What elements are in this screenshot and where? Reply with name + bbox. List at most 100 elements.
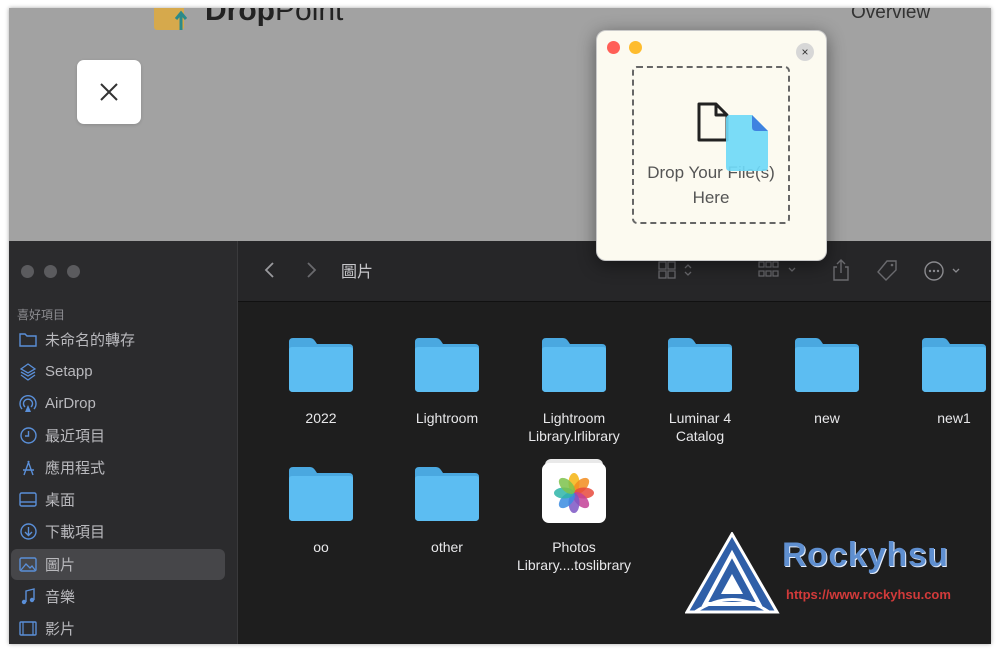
favorites-heading: 喜好項目 — [17, 308, 66, 322]
folder-icon — [289, 338, 353, 392]
folder-item[interactable]: Lightroom — [384, 324, 510, 427]
tag-icon — [877, 260, 897, 281]
group-icon — [758, 261, 796, 277]
folder-item[interactable]: new — [764, 324, 890, 427]
folder-item[interactable]: oo — [258, 453, 384, 556]
folder-icon — [668, 338, 732, 392]
sidebar-item-pictures[interactable]: 圖片 — [11, 549, 225, 580]
window-minimize-button[interactable] — [44, 265, 57, 278]
sidebar-item-desktop[interactable]: 桌面 — [11, 484, 225, 515]
view-mode-button[interactable] — [658, 261, 696, 279]
item-name: Lightroom — [415, 410, 479, 426]
title-bold-part: Drop — [205, 8, 275, 27]
setapp-icon — [18, 362, 38, 382]
item-name-line: Library....toslibrary — [516, 557, 632, 573]
photos-library-icon — [542, 459, 606, 523]
film-icon — [18, 619, 38, 639]
item-name: Lightroom Library.lrlibrary — [511, 409, 637, 445]
item-name: Photos Library....toslibrary — [511, 538, 637, 574]
droppoint-webpage: DropPoint Overview — [9, 8, 991, 241]
drop-text-line: Here — [692, 188, 730, 207]
close-icon — [100, 83, 118, 101]
item-name-line: Catalog — [675, 428, 725, 444]
share-icon — [833, 259, 849, 281]
dragged-file-icon — [726, 115, 768, 171]
sidebar-item-label: Setapp — [45, 363, 93, 380]
folder-icon — [289, 467, 353, 521]
folder-icon — [795, 338, 859, 392]
sidebar-item-downloads[interactable]: 下載項目 — [11, 516, 225, 547]
droppoint-logo-icon — [154, 8, 188, 30]
item-name: new — [814, 410, 840, 426]
watermark-url: https://www.rockyhsu.com — [786, 587, 951, 602]
popup-close-dot[interactable] — [607, 41, 620, 54]
watermark-brand: Rockyhsu — [782, 536, 949, 574]
photo-icon — [18, 555, 38, 575]
sidebar-item-airdrop[interactable]: AirDrop — [11, 388, 225, 419]
item-name-line: Photos — [552, 539, 596, 555]
sidebar-item-label: 音樂 — [45, 589, 76, 606]
droppoint-popup: × Drop Your File(s) Here — [596, 30, 827, 261]
sidebar-item-applications[interactable]: 應用程式 — [11, 452, 225, 483]
sidebar-item-label: 影片 — [45, 621, 76, 638]
sidebar-item-label: 下載項目 — [45, 524, 106, 541]
folder-icon — [415, 338, 479, 392]
sidebar-item-unnamed-dump[interactable]: 未命名的轉存 — [11, 324, 225, 355]
chevron-right-icon — [307, 262, 317, 278]
droppoint-title: DropPoint — [205, 8, 343, 28]
share-button[interactable] — [832, 259, 850, 281]
item-name-line: Lightroom — [542, 410, 606, 426]
forward-button[interactable] — [306, 261, 318, 279]
drop-zone[interactable]: Drop Your File(s) Here — [632, 66, 790, 224]
popup-minimize-dot[interactable] — [629, 41, 642, 54]
rockyhsu-watermark: Rockyhsu https://www.rockyhsu.com — [685, 532, 955, 624]
item-name: other — [431, 539, 463, 555]
chevron-left-icon — [264, 262, 274, 278]
sidebar-item-recents[interactable]: 最近項目 — [11, 420, 225, 451]
finder-sidebar: 喜好項目 未命名的轉存 Setapp AirDrop 最近項目 應用程式 桌面 … — [9, 241, 238, 644]
folder-item[interactable]: other — [384, 453, 510, 556]
back-button[interactable] — [263, 261, 275, 279]
sidebar-item-label: 圖片 — [45, 557, 76, 574]
photos-library-item[interactable]: Photos Library....toslibrary — [511, 453, 637, 574]
group-button[interactable] — [758, 261, 800, 279]
folder-item[interactable]: new1 — [891, 324, 991, 427]
sidebar-item-label: 最近項目 — [45, 428, 106, 445]
folder-icon — [18, 330, 38, 350]
airdrop-icon — [18, 394, 38, 414]
title-rest-part: Point — [275, 8, 344, 27]
item-name: Luminar 4 Catalog — [637, 409, 763, 445]
folder-icon — [542, 338, 606, 392]
more-actions-button[interactable] — [924, 261, 964, 281]
clock-icon — [18, 426, 38, 446]
item-name-line: Luminar 4 — [668, 410, 732, 426]
sidebar-item-setapp[interactable]: Setapp — [11, 356, 225, 387]
item-name: new1 — [937, 410, 971, 426]
folder-title: 圖片 — [341, 264, 374, 281]
item-name-line: Library.lrlibrary — [528, 428, 620, 444]
sidebar-item-movies[interactable]: 影片 — [11, 613, 225, 644]
item-name: 2022 — [305, 410, 337, 426]
folder-item[interactable]: 2022 — [258, 324, 384, 427]
applications-icon — [18, 458, 38, 478]
tag-button[interactable] — [876, 260, 898, 282]
sidebar-item-label: 桌面 — [45, 492, 76, 509]
desktop-icon — [18, 490, 38, 510]
more-icon — [924, 261, 960, 281]
popup-dismiss-button[interactable]: × — [796, 43, 814, 61]
folder-item[interactable]: Lightroom Library.lrlibrary — [511, 324, 637, 445]
window-close-button[interactable] — [21, 265, 34, 278]
folder-icon — [415, 467, 479, 521]
music-icon — [18, 587, 38, 607]
grid-view-icon — [658, 261, 692, 279]
folder-item[interactable]: Luminar 4 Catalog — [637, 324, 763, 445]
rockyhsu-logo-icon — [685, 532, 780, 614]
sidebar-item-label: AirDrop — [45, 395, 96, 412]
window-zoom-button[interactable] — [67, 265, 80, 278]
modal-close-button[interactable] — [77, 60, 141, 124]
sidebar-item-music[interactable]: 音樂 — [11, 581, 225, 612]
close-icon: × — [801, 45, 809, 59]
sidebar-item-label: 應用程式 — [45, 460, 106, 477]
nav-overview-link[interactable]: Overview — [851, 8, 930, 24]
download-icon — [18, 522, 38, 542]
